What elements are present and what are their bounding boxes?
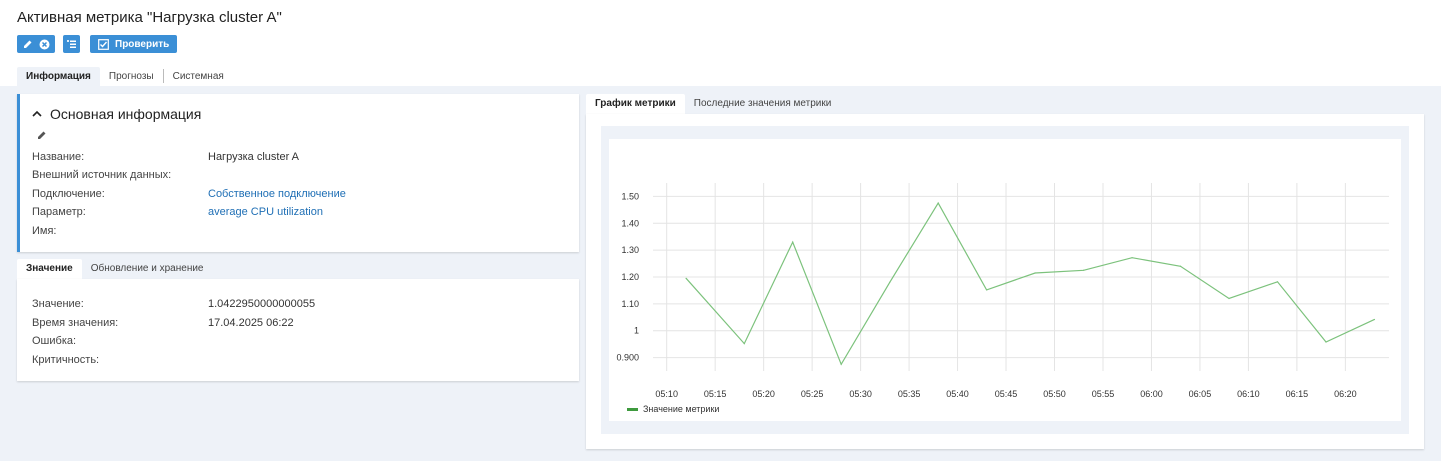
data-point [937, 202, 939, 204]
plot-background [609, 139, 1401, 421]
data-point [792, 241, 794, 243]
field-label-external-source: Внешний источник данных: [32, 169, 172, 181]
y-tick-label: 1.10 [621, 299, 639, 309]
y-tick-label: 1.20 [621, 272, 639, 282]
field-label-value: Значение: [32, 298, 84, 310]
x-tick-label: 06:05 [1189, 389, 1212, 399]
data-point [1131, 257, 1133, 259]
legend-swatch [627, 408, 638, 411]
data-point [889, 281, 891, 283]
tab-information[interactable]: Информация [17, 66, 100, 86]
chart-tabs: График метрики Последние значения метрик… [586, 94, 840, 114]
toolbar: Проверить [17, 35, 178, 53]
x-tick-label: 06:20 [1334, 389, 1357, 399]
basic-info-title: Основная информация [50, 106, 202, 122]
x-tick-label: 05:40 [946, 389, 969, 399]
basic-info-edit-button[interactable] [34, 127, 50, 143]
checkbox-icon [98, 38, 109, 50]
tab-forecasts[interactable]: Прогнозы [100, 67, 163, 86]
data-point [1034, 272, 1036, 274]
x-tick-label: 05:15 [704, 389, 727, 399]
data-point [1276, 281, 1279, 283]
field-label-name-id: Имя: [32, 225, 57, 237]
x-tick-label: 05:50 [1043, 389, 1066, 399]
data-point [1082, 269, 1085, 271]
page-title: Активная метрика "Нагрузка cluster A" [17, 9, 282, 26]
chart-card: 1.50 1.40 1.30 1.20 1.10 1 0.900 05:10 05:15 05:… [586, 114, 1424, 449]
field-label-connection: Подключение: [32, 188, 105, 200]
data-point [685, 277, 687, 279]
x-tick-label: 05:35 [898, 389, 921, 399]
x-tick-label: 05:10 [655, 389, 678, 399]
field-value-value: 1.0422950000000055 [208, 298, 316, 310]
data-point [986, 289, 988, 291]
basic-info-header[interactable]: Основная информация [32, 106, 201, 122]
field-value-name: Нагрузка cluster A [208, 151, 300, 163]
tab-system[interactable]: Системная [164, 67, 233, 86]
x-tick-label: 06:10 [1237, 389, 1260, 399]
y-tick-label: 0.900 [616, 353, 639, 363]
x-tick-label: 05:20 [752, 389, 775, 399]
field-label-criticality: Критичность: [32, 354, 100, 366]
tab-metric-chart[interactable]: График метрики [586, 94, 685, 114]
chart-frame: 1.50 1.40 1.30 1.20 1.10 1 0.900 05:10 05:15 05:… [601, 126, 1409, 434]
tab-last-values[interactable]: Последние значения метрики [685, 94, 841, 114]
field-value-value-time: 17.04.2025 06:22 [208, 317, 294, 329]
data-point [1179, 265, 1182, 267]
data-point [1228, 297, 1230, 300]
x-tick-label: 05:45 [995, 389, 1018, 399]
pencil-icon [38, 131, 46, 139]
value-tabs: Значение Обновление и хранение [17, 259, 213, 279]
value-card: Значение: 1.0422950000000055 Время значе… [17, 279, 579, 381]
x-tick-label: 05:30 [849, 389, 872, 399]
x-tick-label: 05:25 [801, 389, 824, 399]
y-tick-label: 1.50 [621, 191, 639, 201]
legend-label: Значение метрики [643, 404, 719, 414]
y-tick-label: 1.30 [621, 245, 639, 255]
tab-update-storage[interactable]: Обновление и хранение [82, 259, 213, 279]
parameter-link[interactable]: average CPU utilization [208, 206, 323, 218]
x-tick-label: 06:15 [1286, 389, 1309, 399]
edit-button[interactable] [19, 35, 36, 53]
data-point [840, 363, 842, 365]
check-button[interactable]: Проверить [90, 35, 178, 53]
pencil-icon [23, 40, 31, 48]
x-tick-label: 05:55 [1092, 389, 1115, 399]
field-label-name: Название: [32, 151, 85, 163]
data-point [1325, 341, 1327, 343]
close-circle-icon [39, 39, 50, 49]
tab-value[interactable]: Значение [17, 259, 82, 279]
main-tabs: Информация Прогнозы Системная [17, 66, 233, 86]
y-tick-label: 1 [634, 326, 639, 336]
data-point [743, 343, 745, 345]
field-label-value-time: Время значения: [32, 317, 119, 329]
field-label-parameter: Параметр: [32, 206, 86, 218]
add-list-icon [67, 39, 76, 48]
metric-line-chart: 1.501.401.301.201.1010.900 05:10 05:15 05:… [609, 139, 1401, 421]
basic-info-card: Основная информация Название: Нагрузка c… [17, 94, 579, 252]
add-button[interactable] [63, 35, 80, 53]
y-tick-label: 1.40 [621, 218, 639, 228]
connection-link[interactable]: Собственное подключение [208, 188, 346, 200]
field-label-error: Ошибка: [32, 335, 77, 347]
data-point [1373, 318, 1376, 321]
x-axis-ticks: 05:10 05:15 05:20 05:25 05:30 05:35 05:40 05:45… [655, 389, 1356, 399]
chevron-up-icon [32, 110, 42, 117]
delete-button[interactable] [36, 35, 53, 53]
check-button-label: Проверить [115, 38, 170, 50]
edit-delete-group [17, 35, 55, 53]
x-tick-label: 06:00 [1140, 389, 1163, 399]
